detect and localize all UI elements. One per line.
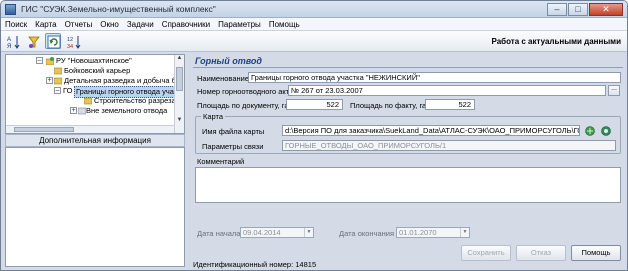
tree-horizontal-scrollbar[interactable] (6, 125, 174, 133)
map-group-label: Карта (201, 112, 226, 121)
layer-icon (54, 77, 62, 85)
open-map-icon[interactable] (585, 126, 595, 136)
title-divider (193, 67, 623, 68)
maximize-button[interactable]: □ (568, 3, 588, 16)
window-controls: – □ ✕ (546, 3, 623, 16)
tree-item[interactable]: Строительство разреза по (6, 96, 184, 106)
date-start-label: Дата начала (197, 229, 241, 238)
menu-help[interactable]: Помощь (269, 20, 300, 29)
tree-item[interactable]: + Вне земельного отвода (6, 106, 174, 116)
scroll-up-icon[interactable]: ▲ (175, 55, 184, 64)
menu-parameters[interactable]: Параметры (218, 20, 261, 29)
section-title: Горный отвод (195, 56, 262, 66)
menu-reports[interactable]: Отчеты (65, 20, 93, 29)
tree-item[interactable]: – РУ "Новошахтинское" (6, 56, 174, 66)
sort-numeric-button[interactable]: 12 34 (65, 33, 81, 49)
app-window: ГИС "СУЭК.Земельно-имущественный комплек… (0, 0, 628, 271)
map-file-field[interactable]: d:\Версия ПО для заказчика\SuekLand_Data… (282, 125, 580, 136)
layer-icon (54, 67, 62, 75)
window-title: ГИС "СУЭК.Земельно-имущественный комплек… (21, 4, 216, 14)
menu-map[interactable]: Карта (35, 20, 56, 29)
map-group: Карта Имя файла карты d:\Версия ПО для з… (195, 112, 621, 154)
folder-icon (46, 57, 54, 65)
sort-numeric-icon: 12 34 (67, 36, 81, 49)
tree-item-label: Бойковский карьер (64, 66, 131, 75)
act-browse-button[interactable]: ... (608, 85, 620, 96)
act-field[interactable]: № 267 от 23.03.2007 (288, 85, 606, 96)
layer-icon (78, 107, 86, 115)
object-form: Горный отвод Наименование Границы горног… (193, 54, 623, 267)
comment-field[interactable] (195, 167, 621, 203)
chevron-down-icon[interactable]: ▼ (304, 228, 313, 237)
tree-vertical-scrollbar[interactable]: ▲ ▼ (174, 55, 184, 133)
layer-icon (84, 97, 92, 105)
link-map-icon[interactable] (601, 126, 611, 136)
collapse-icon[interactable]: – (36, 57, 43, 64)
sort-az-icon: A Я (7, 36, 20, 49)
area-doc-field[interactable]: 522 (286, 99, 343, 110)
area-fact-field[interactable]: 522 (425, 99, 475, 110)
map-file-label: Имя файла карты (202, 127, 265, 136)
tree-item[interactable]: Бойковский карьер (6, 66, 174, 76)
filter-button[interactable] (25, 33, 41, 49)
tree-item-label: РУ "Новошахтинское" (56, 56, 132, 65)
object-tree[interactable]: – РУ "Новошахтинское" Бойковский карьер … (5, 54, 185, 134)
area-doc-label: Площадь по документу, га (197, 101, 289, 110)
save-button[interactable]: Сохранить (461, 245, 511, 261)
scroll-thumb[interactable] (176, 67, 183, 91)
link-params-label: Параметры связи (202, 142, 264, 151)
expand-icon[interactable]: + (70, 107, 77, 114)
tree-item-label: Строительство разреза по (94, 96, 185, 105)
refresh-icon (47, 35, 61, 49)
svg-text:12: 12 (67, 37, 73, 43)
app-icon (5, 4, 16, 15)
area-fact-label: Площадь по факту, га (350, 101, 427, 110)
tree-item-label: Вне земельного отвода (86, 106, 168, 115)
cancel-button[interactable]: Отказ (516, 245, 566, 261)
minimize-button[interactable]: – (547, 3, 567, 16)
menu-tasks[interactable]: Задачи (127, 20, 154, 29)
filter-icon (28, 36, 40, 48)
menu-search[interactable]: Поиск (5, 20, 27, 29)
menu-bar: Поиск Карта Отчеты Окно Задачи Справочни… (1, 18, 627, 31)
extra-info-header: Дополнительная информация (5, 134, 185, 147)
date-start-value: 09.04.2014 (243, 228, 281, 237)
tree-item-selected[interactable]: – ГО Границы горного отвода участ (6, 86, 184, 98)
act-label: Номер горноотводного акта (197, 87, 294, 96)
date-end-value: 01.01.2070 (399, 228, 437, 237)
collapse-icon[interactable]: – (54, 87, 61, 94)
svg-text:A: A (7, 37, 11, 43)
title-bar: ГИС "СУЭК.Земельно-имущественный комплек… (1, 1, 627, 18)
svg-text:34: 34 (67, 44, 73, 49)
extra-info-panel (5, 147, 185, 267)
svg-text:Я: Я (7, 44, 11, 49)
comment-label: Комментарий (197, 157, 245, 166)
chevron-down-icon[interactable]: ▼ (460, 228, 469, 237)
tree-item-label: Детальная разведка и добыча бд (64, 76, 180, 85)
menu-references[interactable]: Справочники (162, 20, 210, 29)
mode-label: Работа с актуальными данными (491, 37, 621, 46)
toolbar: A Я 12 34 Работа с актуальными данными (1, 31, 627, 52)
date-start-picker[interactable]: 09.04.2014 ▼ (240, 227, 314, 238)
date-end-picker[interactable]: 01.01.2070 ▼ (396, 227, 470, 238)
link-params-field[interactable]: ГОРНЫЕ_ОТВОДЫ_ОАО_ПРИМОРСУГОЛЬ/1 (282, 140, 616, 151)
scroll-down-icon[interactable]: ▼ (175, 117, 184, 126)
menu-window[interactable]: Окно (100, 20, 119, 29)
scroll-thumb[interactable] (14, 127, 74, 132)
date-end-label: Дата окончания (339, 229, 395, 238)
name-label: Наименование (197, 74, 249, 83)
left-panel: – РУ "Новошахтинское" Бойковский карьер … (5, 54, 185, 267)
refresh-button[interactable] (45, 33, 61, 49)
tree-item[interactable]: + Детальная разведка и добыча бд (6, 76, 180, 86)
record-id: Идентификационный номер: 14815 (193, 260, 317, 269)
sort-az-button[interactable]: A Я (5, 33, 21, 49)
help-button[interactable]: Помощь (571, 245, 621, 261)
expand-icon[interactable]: + (46, 77, 53, 84)
name-field[interactable]: Границы горного отвода участка "НЕЖИНСКИ… (248, 72, 621, 83)
close-button[interactable]: ✕ (589, 3, 623, 16)
tree-item-prefix: ГО (63, 86, 73, 95)
